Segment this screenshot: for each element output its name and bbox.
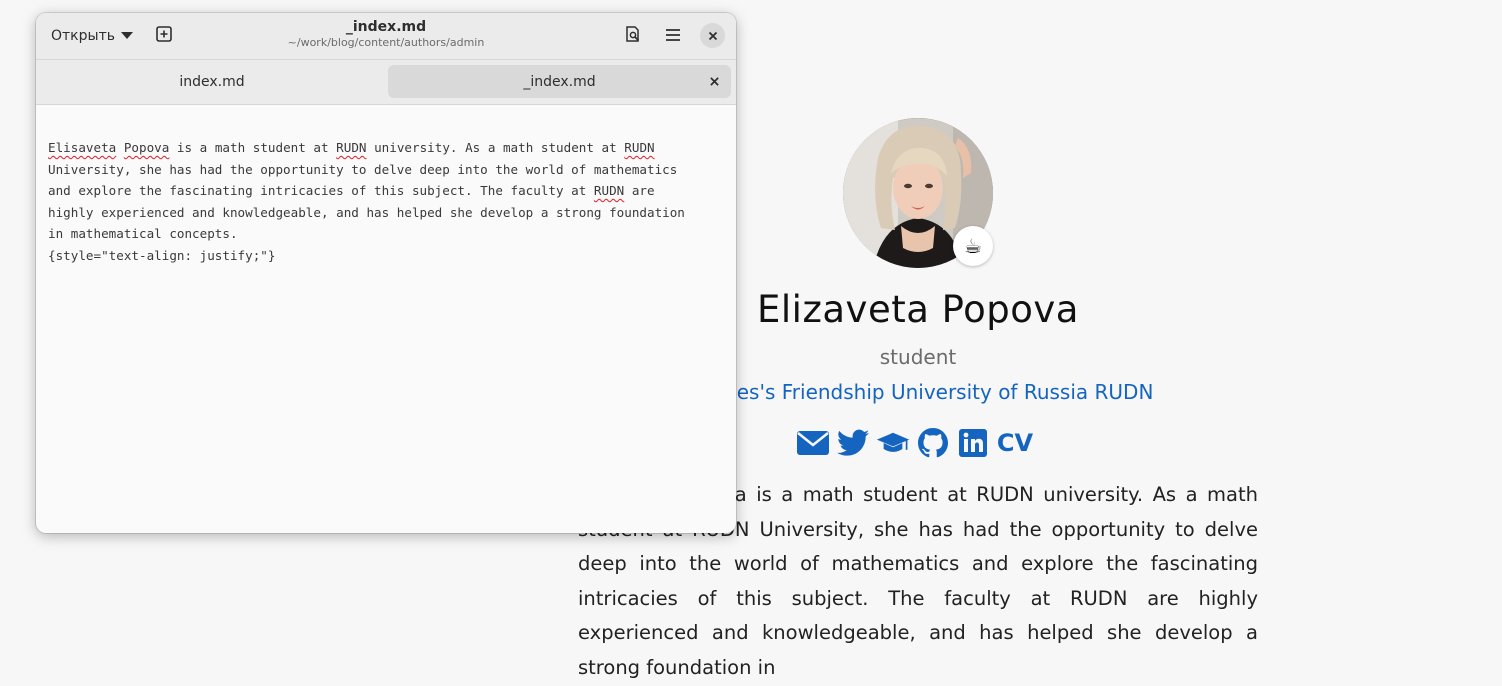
find-icon [625, 26, 641, 46]
text-editor-window: Открыть _index.md ~/work/blog/content/au… [36, 13, 736, 533]
text-segment: are [624, 183, 655, 199]
graduation-cap-icon[interactable] [876, 426, 910, 460]
main-menu-button[interactable] [658, 21, 688, 51]
misspelled-word: RUDN [336, 140, 367, 155]
github-icon[interactable] [916, 426, 950, 460]
tab-label: _index.md [523, 73, 596, 90]
text-segment: highly experienced and knowledgeable, an… [48, 204, 685, 220]
window-title: _index.md ~/work/blog/content/authors/ad… [236, 19, 536, 49]
envelope-icon[interactable] [796, 426, 830, 460]
text-segment: is a math student at [169, 140, 337, 155]
editor-line: Elisaveta Popova is a math student at RU… [48, 137, 728, 159]
twitter-icon[interactable] [836, 426, 870, 460]
editor-line: and explore the fascinating intricacies … [48, 180, 728, 202]
editor-line: highly experienced and knowledgeable, an… [48, 202, 728, 224]
tab-close-icon[interactable] [706, 73, 723, 90]
close-icon [708, 26, 718, 45]
document-path: ~/work/blog/content/authors/admin [287, 36, 485, 49]
editor-text-area[interactable]: Elisaveta Popova is a math student at RU… [48, 137, 728, 267]
editor-line: {style="text-align: justify;"} [48, 245, 728, 267]
text-segment: {style="text-align: justify;"} [48, 247, 276, 263]
open-button[interactable]: Открыть [44, 21, 140, 51]
misspelled-word: RUDN [593, 183, 625, 199]
text-segment: and explore the fascinating intricacies … [48, 183, 594, 199]
header-bar: Открыть _index.md ~/work/blog/content/au… [36, 13, 736, 60]
linkedin-icon[interactable] [956, 426, 990, 460]
misspelled-word: RUDN [624, 140, 655, 155]
hamburger-menu-icon [665, 27, 681, 46]
tab-_index-md[interactable]: _index.md [388, 65, 731, 98]
text-segment: in mathematical concepts. [48, 226, 238, 242]
tab-bar: index.md _index.md [36, 60, 736, 105]
chevron-down-icon [120, 28, 133, 44]
cv-icon[interactable]: CV [997, 426, 1033, 460]
new-tab-button[interactable] [149, 21, 179, 51]
status-emoji-badge: ☕ [953, 226, 993, 266]
text-segment [116, 140, 124, 155]
tab-label: index.md [179, 73, 245, 90]
text-segment: University, she has had the opportunity … [48, 161, 678, 177]
avatar-container: ☕ [843, 118, 993, 268]
misspelled-word: Popova [123, 140, 170, 155]
misspelled-word: Elisaveta [48, 140, 117, 155]
window-close-button[interactable] [700, 23, 725, 48]
find-button[interactable] [618, 21, 648, 51]
editor-line: University, she has had the opportunity … [48, 159, 728, 181]
new-tab-icon [156, 26, 172, 46]
social-links: CV [796, 426, 1033, 460]
text-segment: university. As a math student at [366, 140, 625, 155]
editor-line: in mathematical concepts. [48, 223, 728, 245]
document-title: _index.md [345, 19, 427, 35]
open-button-label: Открыть [51, 28, 115, 44]
tab-index-md[interactable]: index.md [40, 65, 384, 98]
